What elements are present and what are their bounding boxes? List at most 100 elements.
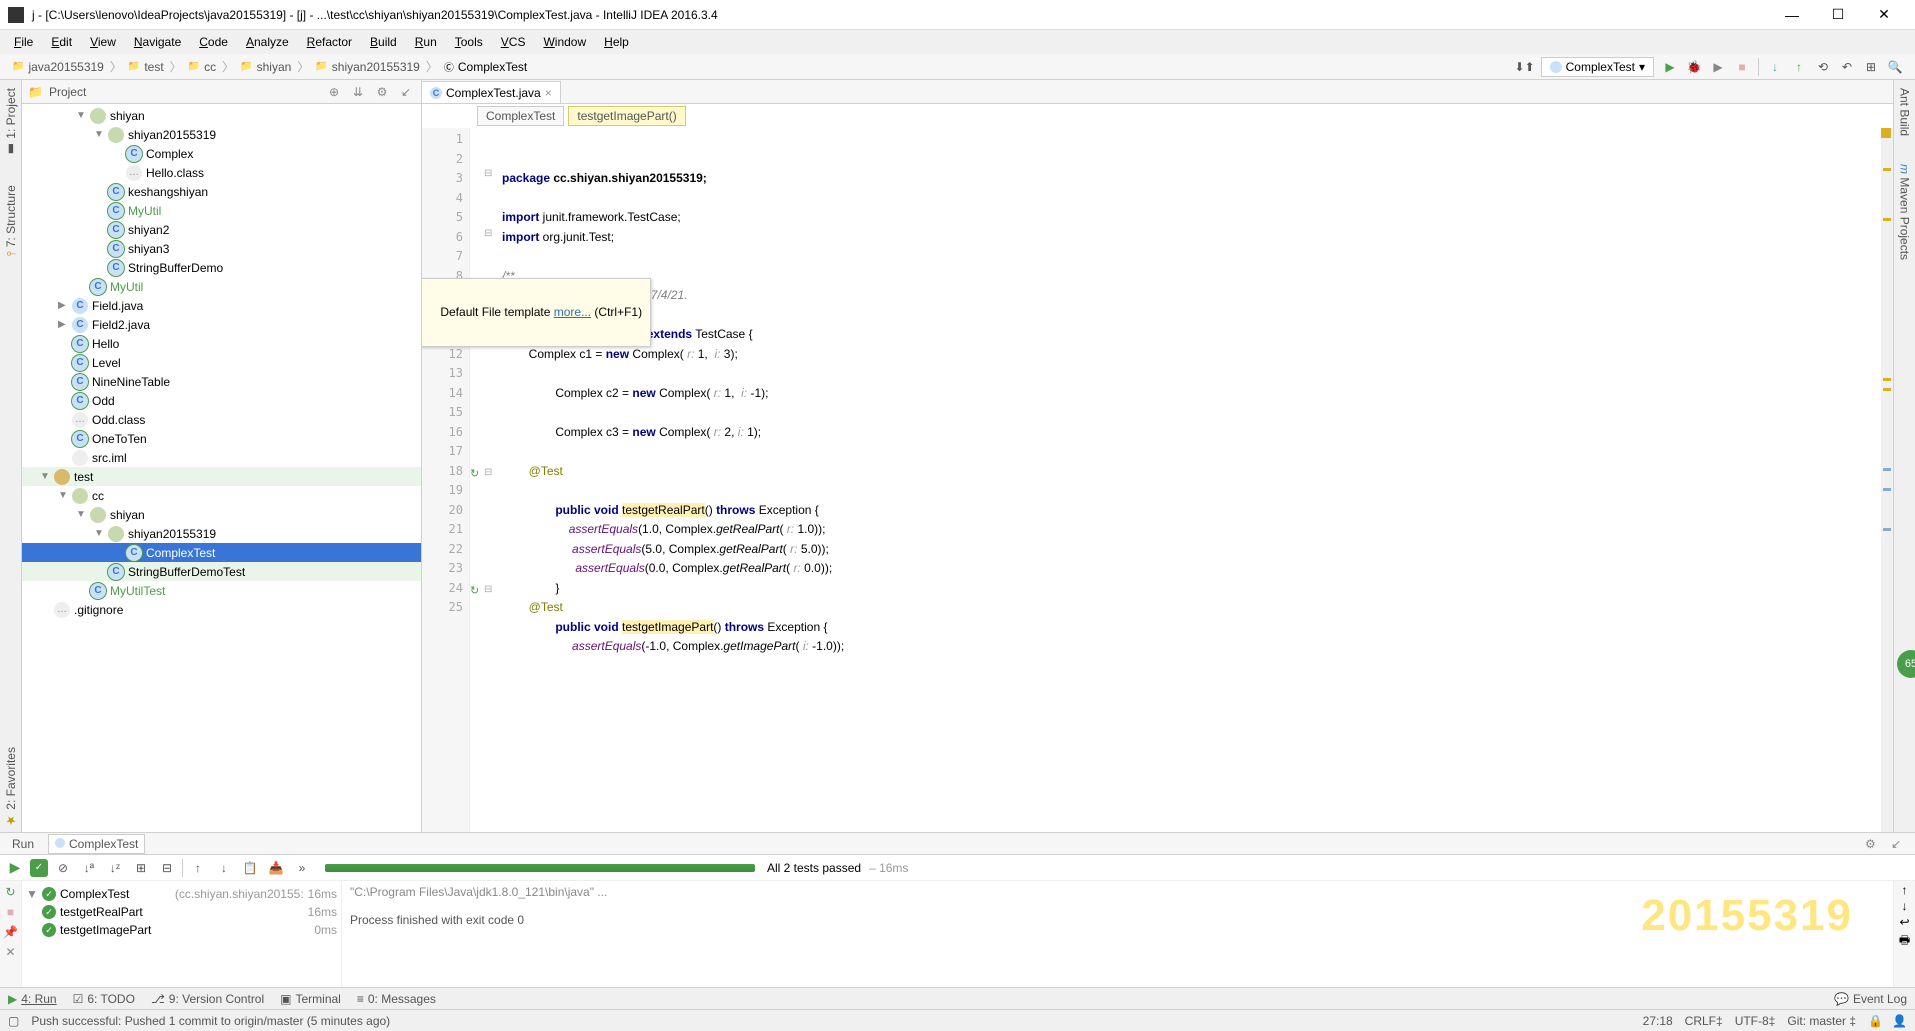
test-row[interactable]: ▼✓ComplexTest(cc.shiyan.shiyan20155:16ms xyxy=(26,885,337,903)
tree-item[interactable]: CMyUtilTest xyxy=(22,581,421,600)
failed-filter[interactable]: ⊘ xyxy=(52,857,74,879)
make-button[interactable]: ⬇⬆ xyxy=(1514,56,1536,78)
ant-build-tab[interactable]: Ant Build xyxy=(1898,84,1912,140)
menu-edit[interactable]: Edit xyxy=(43,33,80,51)
sort-button[interactable]: ↓ª xyxy=(78,857,100,879)
event-log-tab[interactable]: 💬 Event Log xyxy=(1834,992,1907,1006)
tree-item[interactable]: CMyUtil xyxy=(22,201,421,220)
tree-item[interactable]: COneToTen xyxy=(22,429,421,448)
hector-icon[interactable]: 👤 xyxy=(1892,1014,1907,1028)
project-tab[interactable]: ▮1: Project xyxy=(4,84,18,161)
tree-item[interactable]: ▼shiyan20155319 xyxy=(22,125,421,144)
rerun-button[interactable]: ▶ xyxy=(4,857,26,879)
breadcrumb[interactable]: Ⓒ ComplexTest xyxy=(440,59,531,74)
tree-item[interactable]: ▼test xyxy=(22,467,421,486)
tree-item[interactable]: ▼cc xyxy=(22,486,421,505)
menu-window[interactable]: Window xyxy=(535,33,594,51)
run-config-tab[interactable]: ComplexTest xyxy=(48,834,145,854)
import-button[interactable]: 📥 xyxy=(265,857,287,879)
next-button[interactable]: ↓ xyxy=(213,857,235,879)
close-button[interactable]: ✕ xyxy=(1861,0,1907,30)
breadcrumb[interactable]: 📁 cc xyxy=(184,60,220,74)
tree-item[interactable]: CComplexTest xyxy=(22,543,421,562)
stop-icon[interactable]: ■ xyxy=(2,903,20,921)
tree-item[interactable]: CStringBufferDemo xyxy=(22,258,421,277)
menu-file[interactable]: File xyxy=(6,33,41,51)
terminal-bottom-tab[interactable]: ▣ Terminal xyxy=(280,992,341,1006)
tree-item[interactable]: CComplex xyxy=(22,144,421,163)
line-separator[interactable]: CRLF‡ xyxy=(1685,1014,1723,1028)
menu-build[interactable]: Build xyxy=(362,33,405,51)
passed-filter[interactable]: ✓ xyxy=(30,859,48,877)
rerun-icon[interactable]: ↻ xyxy=(470,467,479,480)
test-tree[interactable]: ▼✓ComplexTest(cc.shiyan.shiyan20155:16ms… xyxy=(22,881,342,987)
tree-item[interactable]: CLevel xyxy=(22,353,421,372)
menu-help[interactable]: Help xyxy=(596,33,637,51)
vcs-update-button[interactable]: ↓ xyxy=(1764,56,1786,78)
fold-gutter[interactable]: ⊟ ⊟ ⊟ ⊟ xyxy=(484,128,498,832)
tree-item[interactable]: CNineNineTable xyxy=(22,372,421,391)
rerun-icon[interactable]: ↻ xyxy=(470,584,479,597)
breadcrumb-method[interactable]: testgetImagePart() xyxy=(568,106,685,126)
debug-button[interactable]: 🐞 xyxy=(1683,56,1705,78)
tree-item[interactable]: ….gitignore xyxy=(22,600,421,619)
menu-analyze[interactable]: Analyze xyxy=(238,33,297,51)
tree-item[interactable]: ▼shiyan xyxy=(22,505,421,524)
menu-view[interactable]: View xyxy=(82,33,124,51)
down-icon[interactable]: ↓ xyxy=(1902,899,1908,913)
tree-item[interactable]: ▼shiyan20155319 xyxy=(22,524,421,543)
sort2-button[interactable]: ↓ᶻ xyxy=(104,857,126,879)
tree-item[interactable]: ▶CField.java xyxy=(22,296,421,315)
tree-item[interactable]: …Hello.class xyxy=(22,163,421,182)
menu-run[interactable]: Run xyxy=(407,33,445,51)
tree-item[interactable]: ▼shiyan xyxy=(22,106,421,125)
hide-button[interactable]: ↙ xyxy=(397,83,415,101)
tree-item[interactable]: COdd xyxy=(22,391,421,410)
menu-navigate[interactable]: Navigate xyxy=(126,33,189,51)
breadcrumb-class[interactable]: ComplexTest xyxy=(477,106,564,126)
hide-icon[interactable]: ↙ xyxy=(1891,837,1909,851)
settings-button[interactable]: ⚙ xyxy=(373,83,391,101)
warning-indicator[interactable] xyxy=(1881,128,1891,138)
vcs-history-button[interactable]: ⟲ xyxy=(1812,56,1834,78)
tree-item[interactable]: CMyUtil xyxy=(22,277,421,296)
tree-item[interactable]: Cshiyan2 xyxy=(22,220,421,239)
pin-icon[interactable]: 📌 xyxy=(2,923,20,941)
test-row[interactable]: ✓testgetImagePart0ms xyxy=(26,921,337,939)
run-bottom-tab[interactable]: ▶4: Run xyxy=(8,992,57,1006)
structure-button[interactable]: ⊞ xyxy=(1860,56,1882,78)
close-icon[interactable]: ✕ xyxy=(2,943,20,961)
tree-item[interactable]: CStringBufferDemoTest xyxy=(22,562,421,581)
wrap-icon[interactable]: ↩ xyxy=(1899,915,1909,929)
menu-refactor[interactable]: Refactor xyxy=(299,33,360,51)
menu-code[interactable]: Code xyxy=(191,33,236,51)
run-gutter[interactable]: ↻ ↻ xyxy=(470,128,484,832)
maximize-button[interactable]: ☐ xyxy=(1815,0,1861,30)
project-tree[interactable]: ▼shiyan▼shiyan20155319CComplex…Hello.cla… xyxy=(22,104,421,832)
menu-vcs[interactable]: VCS xyxy=(493,33,534,51)
messages-bottom-tab[interactable]: ≡ 0: Messages xyxy=(357,992,436,1006)
collapse-button[interactable]: ⇊ xyxy=(349,83,367,101)
run-config-dropdown[interactable]: ComplexTest ▾ xyxy=(1541,57,1654,77)
tree-item[interactable]: Cshiyan3 xyxy=(22,239,421,258)
close-tab-icon[interactable]: × xyxy=(545,86,552,100)
vcs-bottom-tab[interactable]: ⎇ 9: Version Control xyxy=(151,992,264,1006)
structure-tab[interactable]: ⫯7: Structure xyxy=(4,181,18,260)
prev-button[interactable]: ↑ xyxy=(187,857,209,879)
up-icon[interactable]: ↑ xyxy=(1902,883,1908,897)
coverage-button[interactable]: ▶ xyxy=(1707,56,1729,78)
vcs-revert-button[interactable]: ↶ xyxy=(1836,56,1858,78)
tree-item[interactable]: src.iml xyxy=(22,448,421,467)
tree-item[interactable]: Ckeshangshiyan xyxy=(22,182,421,201)
breadcrumb[interactable]: 📁 shiyan20155319 xyxy=(311,60,424,74)
rerun-icon[interactable]: ↻ xyxy=(2,883,20,901)
breadcrumb[interactable]: 📁 shiyan xyxy=(236,60,295,74)
expand-button[interactable]: ⊞ xyxy=(130,857,152,879)
export-button[interactable]: 📋 xyxy=(239,857,261,879)
collapse-button[interactable]: ⊟ xyxy=(156,857,178,879)
tree-item[interactable]: CHello xyxy=(22,334,421,353)
autoscroll-button[interactable]: ⊕ xyxy=(325,83,343,101)
print-icon[interactable]: 🖶 xyxy=(1899,931,1910,952)
run-button[interactable]: ▶ xyxy=(1659,56,1681,78)
tree-item[interactable]: …Odd.class xyxy=(22,410,421,429)
